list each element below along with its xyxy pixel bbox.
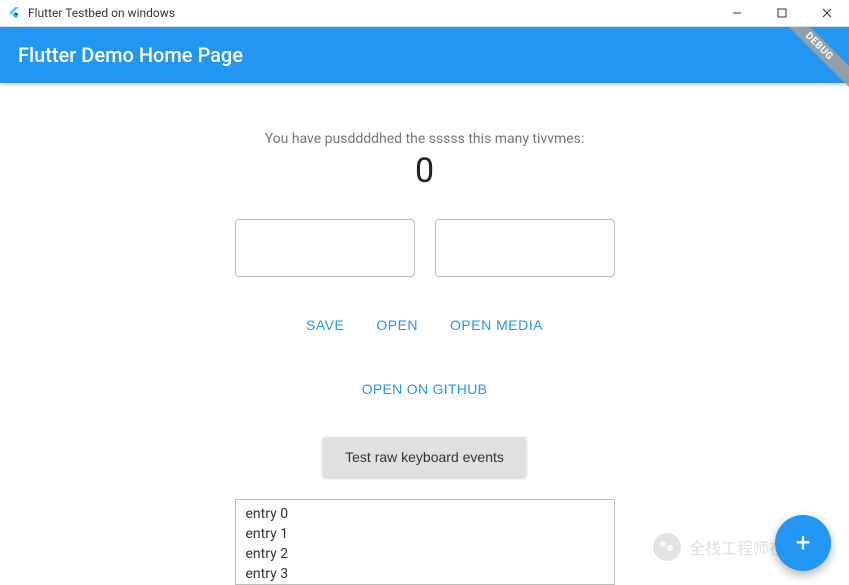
close-button[interactable]: [804, 0, 849, 27]
save-button[interactable]: SAVE: [306, 317, 344, 333]
window-title: Flutter Testbed on windows: [28, 6, 175, 20]
plus-icon: +: [796, 528, 811, 558]
text-input-2[interactable]: [435, 219, 615, 277]
list-item[interactable]: entry 3: [246, 564, 604, 584]
counter-value: 0: [415, 151, 434, 191]
open-media-button[interactable]: OPEN MEDIA: [450, 317, 543, 333]
open-button[interactable]: OPEN: [376, 317, 418, 333]
counter-label: You have pusddddhed the sssss this many …: [265, 131, 585, 147]
main-content: You have pusddddhed the sssss this many …: [0, 83, 849, 585]
fab-add-button[interactable]: +: [775, 515, 831, 571]
button-row: SAVE OPEN OPEN MEDIA: [306, 317, 543, 333]
entry-list[interactable]: entry 0 entry 1 entry 2 entry 3 entry 4: [235, 499, 615, 585]
page-title: Flutter Demo Home Page: [18, 43, 243, 67]
list-item[interactable]: entry 1: [246, 524, 604, 544]
flutter-logo-icon: [6, 5, 22, 21]
window-titlebar: Flutter Testbed on windows: [0, 0, 849, 27]
test-keyboard-button[interactable]: Test raw keyboard events: [323, 437, 526, 477]
maximize-button[interactable]: [759, 0, 804, 27]
debug-label: DEBUG: [789, 27, 849, 87]
text-input-1[interactable]: [235, 219, 415, 277]
minimize-button[interactable]: [714, 0, 759, 27]
appbar: Flutter Demo Home Page DEBUG: [0, 27, 849, 83]
window-controls: [714, 0, 849, 27]
input-row: [235, 219, 615, 277]
open-github-button[interactable]: OPEN ON GITHUB: [362, 381, 488, 397]
list-item[interactable]: entry 2: [246, 544, 604, 564]
list-item[interactable]: entry 0: [246, 504, 604, 524]
debug-banner: DEBUG: [789, 27, 849, 87]
